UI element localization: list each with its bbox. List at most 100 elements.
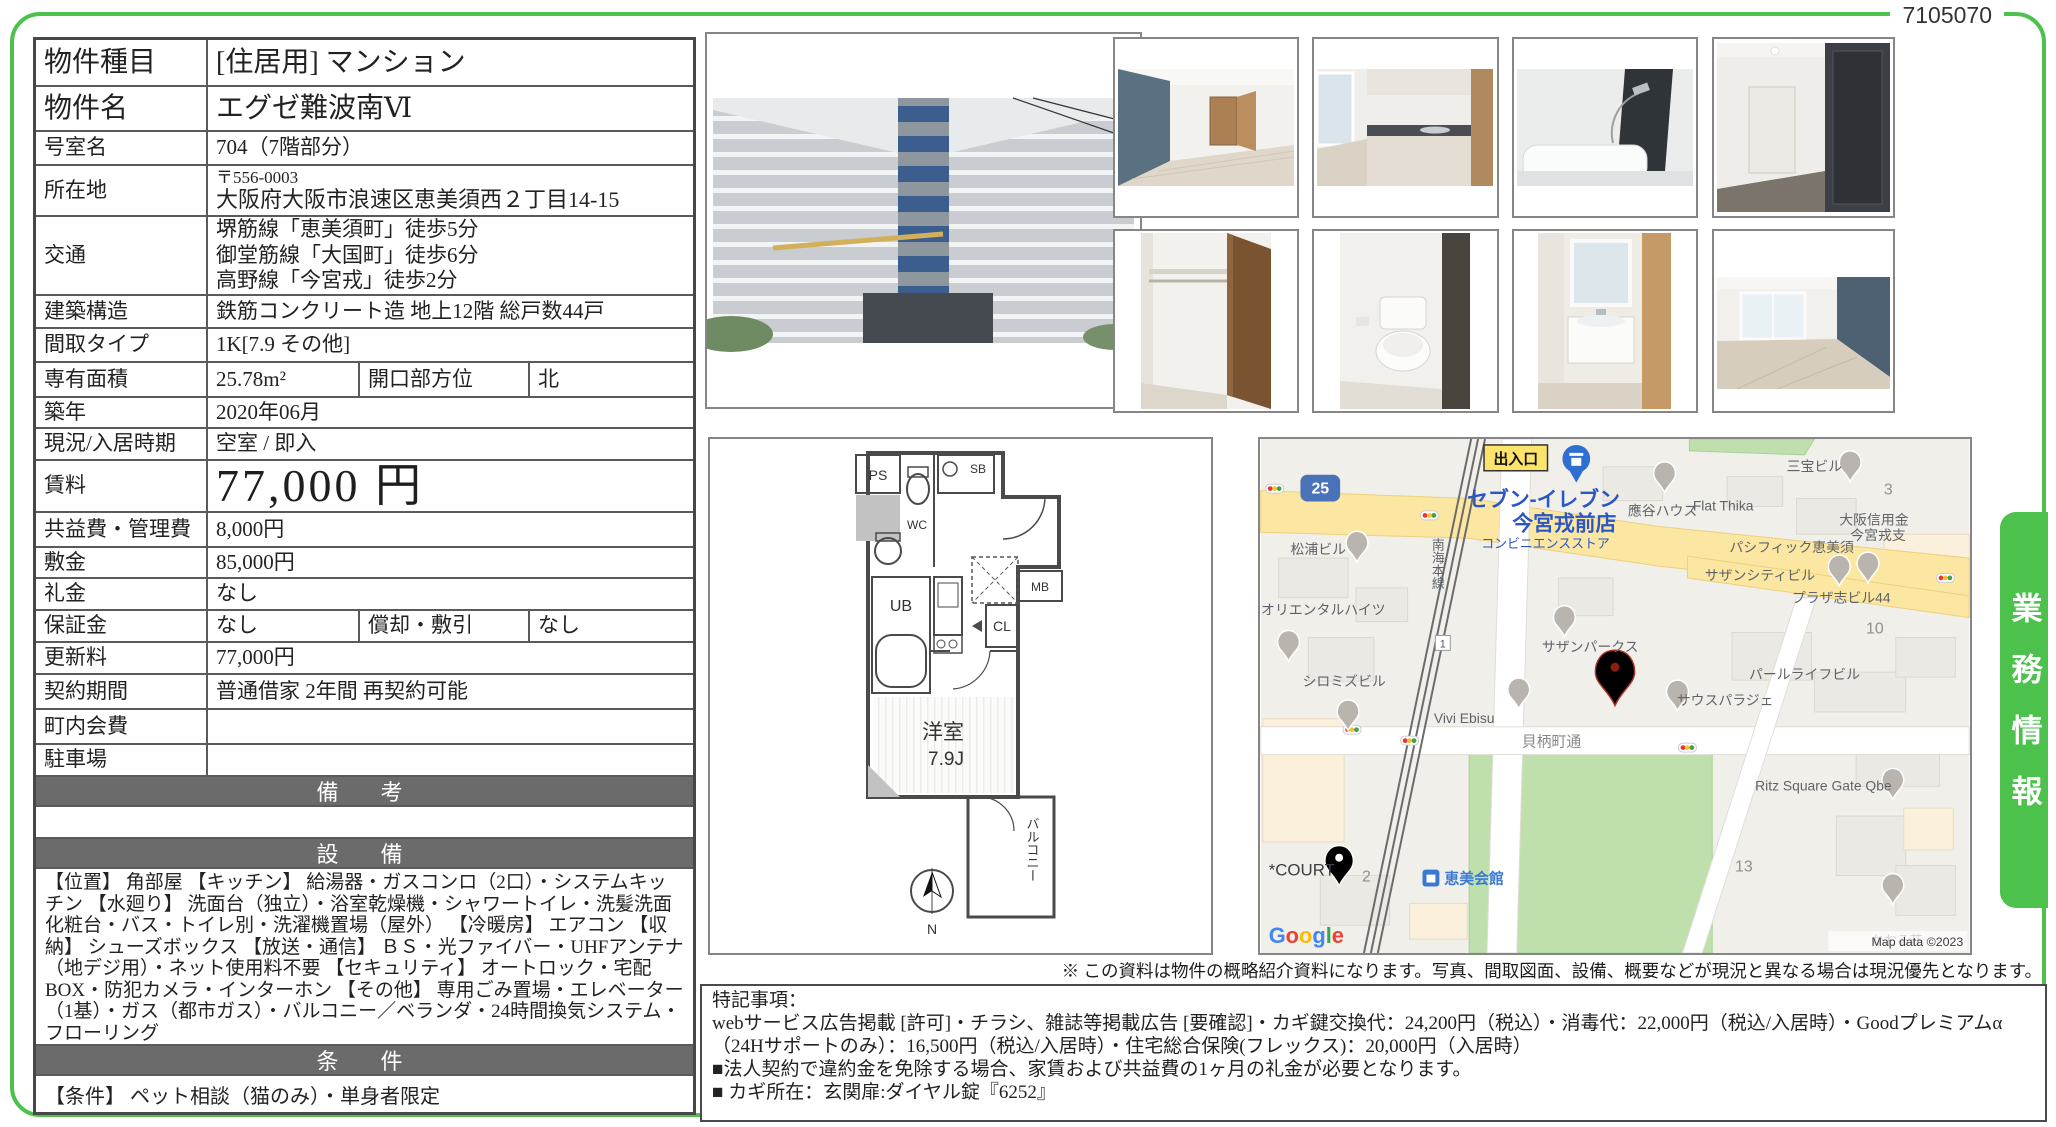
row-label: 契約期間 bbox=[36, 675, 208, 708]
poi-sanpo: 三宝ビル bbox=[1787, 458, 1843, 474]
table-row: 敷金85,000円 bbox=[36, 546, 693, 577]
poi-shiromizu: シロミズビル bbox=[1302, 673, 1385, 689]
table-row: 築年2020年06月 bbox=[36, 396, 693, 427]
row-label: 間取タイプ bbox=[36, 329, 208, 361]
plan-label-sb: SB bbox=[970, 462, 986, 476]
entrance-photo-graphic bbox=[1714, 39, 1893, 216]
table-row: 共益費・管理費8,000円 bbox=[36, 511, 693, 546]
photo-closet bbox=[1113, 229, 1299, 413]
row-value: 8,000円 bbox=[208, 513, 693, 546]
photo-washbasin bbox=[1512, 229, 1698, 413]
exit-badge-label: 出入口 bbox=[1493, 450, 1538, 468]
row-label: 建築構造 bbox=[36, 296, 208, 327]
photo-building-exterior bbox=[705, 32, 1142, 409]
closet-photo-graphic bbox=[1115, 231, 1297, 411]
conditions-header: 条 件 bbox=[36, 1044, 693, 1074]
poi-emi-hall: 恵美会館 bbox=[1444, 870, 1504, 888]
road-kaigara: 貝柄町通 bbox=[1522, 734, 1582, 751]
poi-ritz: Ritz Square Gate Qbe bbox=[1755, 777, 1892, 793]
destination-pin-dot bbox=[1611, 663, 1620, 672]
row-value: 〒556-0003 大阪府大阪市浪速区恵美須西２丁目14-15 bbox=[208, 166, 693, 215]
block-num-10: 10 bbox=[1866, 620, 1884, 637]
row-label: 敷金 bbox=[36, 548, 208, 577]
poi-seven-line1: セブン-イレブン bbox=[1467, 487, 1620, 511]
block-num-3: 3 bbox=[1884, 482, 1893, 499]
row-value: 2020年06月 bbox=[208, 398, 693, 427]
property-sheet: 7105070 業務情報 物件種目[住居用] マンション 物件名エグゼ難波南Ⅵ … bbox=[0, 0, 2056, 1127]
poi-court: *COURT bbox=[1269, 861, 1335, 880]
row-value bbox=[208, 745, 693, 775]
poi-flat-thika: Flat Thika bbox=[1693, 497, 1754, 513]
room-photo-graphic bbox=[1115, 39, 1297, 216]
special-notes: 特記事項： webサービス広告掲載 [許可]・チラシ、雑誌等掲載広告 [要確認]… bbox=[700, 984, 2047, 1122]
table-row: 礼金なし bbox=[36, 577, 693, 609]
row-value: エグゼ難波南Ⅵ bbox=[208, 87, 693, 130]
row-value: 空室 / 即入 bbox=[208, 429, 693, 459]
row-label: 築年 bbox=[36, 398, 208, 427]
document-number: 7105070 bbox=[1890, 2, 2004, 29]
poi-oriental: オリエンタルハイツ bbox=[1261, 602, 1386, 618]
equipment-text: 【位置】 角部屋 【キッチン】 給湯器・ガスコンロ（2口）・システムキッチン 【… bbox=[36, 867, 693, 1044]
plan-label-north: N bbox=[927, 921, 937, 937]
poi-seven-line2: 今宮戎前店 bbox=[1511, 511, 1616, 535]
plan-label-cl: CL bbox=[993, 618, 1011, 634]
row-label: 交通 bbox=[36, 217, 208, 294]
disclaimer-text: ※ この資料は物件の概略紹介資料になります。写真、間取図面、設備、概要などが現況… bbox=[700, 958, 2042, 983]
row-value: なし bbox=[530, 611, 693, 641]
row-value: なし bbox=[208, 611, 360, 641]
row-label: 保証金 bbox=[36, 611, 208, 641]
route-shield-label: 25 bbox=[1311, 481, 1329, 498]
row-label: 駐車場 bbox=[36, 745, 208, 775]
block-num-2: 2 bbox=[1362, 869, 1371, 886]
block-num-13: 13 bbox=[1735, 859, 1753, 876]
google-logo: Google bbox=[1269, 923, 1344, 948]
row-label: 更新料 bbox=[36, 643, 208, 673]
table-row: 町内会費 bbox=[36, 708, 693, 743]
table-row: 所在地 〒556-0003 大阪府大阪市浪速区恵美須西２丁目14-15 bbox=[36, 164, 693, 215]
plan-label-ps: PS bbox=[869, 467, 888, 483]
court-pin-dot bbox=[1335, 854, 1343, 862]
building-photo-graphic bbox=[707, 34, 1140, 407]
row-value: 堺筋線「恵美須町」徒歩5分 御堂筋線「大国町」徒歩6分 高野線「今宮戎」徒歩2分 bbox=[208, 217, 693, 294]
transport-line: 高野線「今宮戎」徒歩2分 bbox=[216, 268, 685, 294]
row-value: なし bbox=[208, 579, 693, 609]
hall-icon-glyph bbox=[1426, 875, 1435, 883]
poi-vivi: Vivi Ebisu bbox=[1434, 710, 1495, 726]
row-value: [住居用] マンション bbox=[208, 40, 693, 85]
map-attribution: Map data ©2023 bbox=[1871, 935, 1963, 949]
row-label: 物件種目 bbox=[36, 40, 208, 85]
poi-south-palace: サウスパラジェ bbox=[1677, 692, 1774, 708]
plan-label-balcony: バルコニー bbox=[1025, 817, 1040, 882]
plan-label-room: 洋室 bbox=[922, 721, 964, 744]
plan-label-mb: MB bbox=[1031, 580, 1049, 594]
photo-room-window bbox=[1712, 229, 1895, 413]
poi-southern-city: サザンシティビル bbox=[1705, 567, 1815, 583]
property-table: 物件種目[住居用] マンション 物件名エグゼ難波南Ⅵ 号室名704（7階部分） … bbox=[33, 37, 696, 1115]
equipment-header: 設 備 bbox=[36, 837, 693, 867]
floor-plan: PS WC SB MB UB CL 洋室 7.9J バルコニー N bbox=[708, 437, 1213, 955]
row-value: 鉄筋コンクリート造 地上12階 総戸数44戸 bbox=[208, 296, 693, 327]
business-info-tab[interactable]: 業務情報 bbox=[2000, 512, 2048, 908]
transport-line: 堺筋線「恵美須町」徒歩5分 bbox=[216, 217, 685, 243]
remarks-row bbox=[36, 805, 693, 837]
table-row: 専有面積 25.78m² 開口部方位 北 bbox=[36, 361, 693, 396]
row-value bbox=[208, 710, 693, 743]
photo-room-door bbox=[1113, 37, 1299, 218]
transport-line: 御堂筋線「大国町」徒歩6分 bbox=[216, 243, 685, 269]
row-label: 号室名 bbox=[36, 132, 208, 164]
floor-plan-graphic: PS WC SB MB UB CL 洋室 7.9J バルコニー N bbox=[710, 439, 1211, 953]
row-value: 25.78m² bbox=[208, 363, 360, 396]
table-row: 保証金 なし 償却・敷引 なし bbox=[36, 609, 693, 641]
rent-value: 77,000 円 bbox=[208, 461, 693, 511]
special-notes-line: ■ カギ所在：玄関扉:ダイヤル錠『6252』 bbox=[712, 1081, 2035, 1104]
toilet-photo-graphic bbox=[1314, 231, 1497, 411]
row-label: 町内会費 bbox=[36, 710, 208, 743]
table-row: 契約期間普通借家 2年間 再契約可能 bbox=[36, 673, 693, 708]
table-row: 交通 堺筋線「恵美須町」徒歩5分 御堂筋線「大国町」徒歩6分 高野線「今宮戎」徒… bbox=[36, 215, 693, 294]
row-value: 1K[7.9 その他] bbox=[208, 329, 693, 361]
table-row: 物件名エグゼ難波南Ⅵ bbox=[36, 85, 693, 130]
business-info-tab-label: 業務情報 bbox=[2002, 592, 2047, 836]
plan-label-wc: WC bbox=[907, 518, 927, 532]
table-row: 駐車場 bbox=[36, 743, 693, 775]
photo-entrance bbox=[1712, 37, 1895, 218]
